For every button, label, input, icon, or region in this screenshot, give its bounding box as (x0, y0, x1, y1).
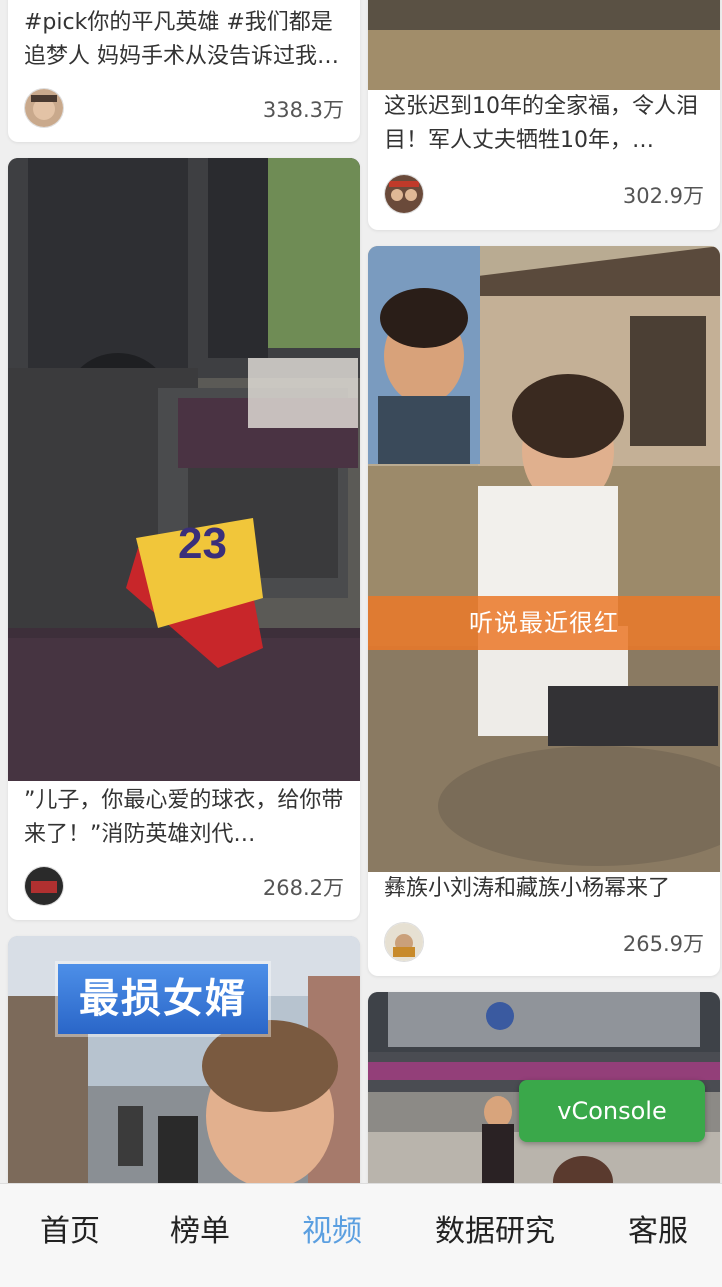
tab-home[interactable]: 首页 (20, 1184, 120, 1280)
bottom-tab-bar: 首页 榜单 视频 数据研究 客服 (0, 1183, 722, 1287)
view-count: 265.9万 (622, 932, 704, 956)
video-title: ”儿子，你最心爱的球衣，给你带来了！”消防英雄刘代… (24, 788, 344, 847)
video-thumbnail[interactable] (368, 0, 720, 90)
video-thumbnail[interactable]: 最损女婿 (8, 936, 360, 1196)
tab-customer-service[interactable]: 客服 (608, 1184, 708, 1280)
video-caption: 最损女婿 (58, 964, 268, 1034)
video-overlay-banner: 听说最近很红 (368, 596, 720, 650)
tab-rankings[interactable]: 榜单 (150, 1184, 250, 1280)
vconsole-button[interactable]: vConsole (519, 1080, 705, 1142)
jersey-number: 23 (178, 519, 227, 568)
avatar[interactable] (24, 88, 64, 128)
tab-data-research[interactable]: 数据研究 (420, 1184, 570, 1280)
view-count: 268.2万 (262, 876, 344, 900)
video-card[interactable]: 这张迟到10年的全家福，令人泪目！军人丈夫牺牲10年，… 302.9万 (368, 0, 720, 230)
tab-video[interactable]: 视频 (282, 1184, 382, 1280)
avatar[interactable] (384, 174, 424, 214)
view-count: 338.3万 (262, 98, 344, 122)
view-count: 302.9万 (622, 184, 704, 208)
video-title: 彝族小刘涛和藏族小杨幂来了 (384, 876, 671, 901)
avatar[interactable] (24, 866, 64, 906)
video-card[interactable]: 听说最近很红 彝族小刘涛和藏族小杨幂来了 265.9万 (368, 246, 720, 976)
video-thumbnail[interactable]: 听说最近很红 (368, 246, 720, 872)
video-card[interactable]: #pick你的平凡英雄 #我们都是追梦人 妈妈手术从没告诉过我… 338.3万 (8, 0, 360, 142)
video-title: #pick你的平凡英雄 #我们都是追梦人 妈妈手术从没告诉过我… (24, 10, 339, 69)
video-thumbnail[interactable]: 23 (8, 158, 360, 781)
video-card[interactable]: 最损女婿 (8, 936, 360, 1196)
video-card[interactable]: 23 ”儿子，你最心爱的球衣，给你带来了！”消防英雄刘代… 268.2万 (8, 158, 360, 920)
avatar[interactable] (384, 922, 424, 962)
video-title: 这张迟到10年的全家福，令人泪目！军人丈夫牺牲10年，… (384, 94, 698, 153)
